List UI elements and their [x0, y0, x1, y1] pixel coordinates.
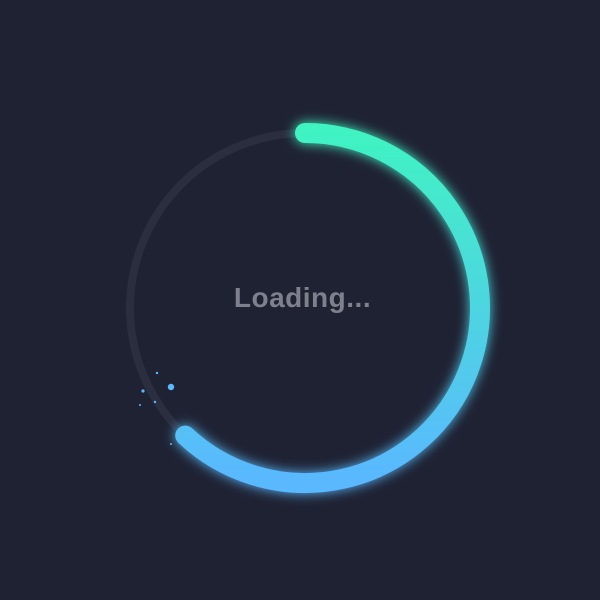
- loading-label: Loading...: [233, 282, 372, 313]
- particle: [167, 383, 175, 391]
- particle: [153, 400, 157, 404]
- particle: [139, 404, 141, 406]
- loading-screen: Loading...: [0, 0, 600, 600]
- particle: [141, 389, 145, 393]
- particle: [170, 443, 172, 445]
- particle: [155, 371, 159, 375]
